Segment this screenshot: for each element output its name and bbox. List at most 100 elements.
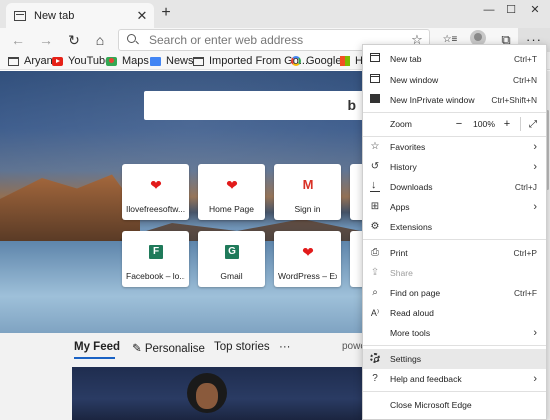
bookmark-label: YouTube [68,55,112,67]
chevron-right-icon: › [533,161,537,173]
bookmark-google[interactable]: Google [291,53,341,69]
menu-label: Favorites [390,142,426,152]
chevron-right-icon: › [533,201,537,213]
apps-icon: ⊞ [370,201,380,212]
menu-item-help-and-feedback[interactable]: ? Help and feedback › [363,369,546,389]
bookmark-h[interactable]: H [340,53,363,69]
menu-separator [363,391,546,392]
close-tab-icon[interactable]: ✕ [134,8,150,24]
menu-shortcut: Ctrl+N [513,75,537,85]
inprivate-icon [369,94,381,106]
new-tab-icon [369,53,381,65]
menu-separator [363,345,546,346]
menu-label: Extensions [390,222,433,232]
letter-g-icon: G [225,245,239,259]
printer-icon: ⎙ [371,247,379,258]
menu-item-close-microsoft-edge[interactable]: Close Microsoft Edge [363,395,546,415]
tab-title: New tab [34,9,75,22]
quick-link-tile[interactable]: ❤ WordPress – Ex... [274,231,341,287]
tile-label: Home Page [209,204,254,214]
menu-shortcut: Ctrl+Shift+N [491,95,537,105]
personalise-label: Personalise [144,343,205,355]
gmail-icon: M [302,177,314,192]
menu-shortcut: Ctrl+P [513,248,537,258]
find-icon: ⌕ [372,287,378,298]
menu-item-history[interactable]: ↺ History › [363,157,546,177]
tab-top-stories[interactable]: Top stories [214,341,270,353]
menu-shortcut: Ctrl+F [513,288,537,298]
menu-label: New InPrivate window [390,95,475,105]
menu-item-share: ⇪ Share [363,263,546,283]
fullscreen-icon[interactable]: ⤢ [526,119,540,130]
microsoft-icon [340,56,350,66]
share-icon: ⇪ [370,267,380,278]
quick-link-tile[interactable]: G Gmail [198,231,265,287]
menu-label: Zoom [390,119,412,129]
quick-link-tile[interactable]: F Facebook – lo... [122,231,189,287]
menu-item-new-tab[interactable]: New tab Ctrl+T [363,49,546,69]
zoom-in-button[interactable]: + [499,118,515,130]
menu-item-extensions[interactable]: ⚙ Extensions [363,217,546,237]
zoom-divider [520,117,521,131]
maximize-button[interactable]: ☐ [498,0,524,20]
letter-f-icon: F [149,245,163,259]
news-icon [150,56,161,66]
heart-icon: ❤ [150,177,162,193]
menu-label: New window [390,75,439,85]
bookmark-label: News [166,55,194,67]
menu-item-downloads[interactable]: Downloads Ctrl+J [363,177,546,197]
menu-item-settings[interactable]: Settings [363,349,546,369]
tile-label: Facebook – lo... [126,271,185,281]
bing-icon: b [347,97,356,113]
chevron-right-icon: › [533,327,537,339]
close-window-button[interactable]: ✕ [522,0,548,20]
more-topics-button[interactable]: ··· [279,341,291,353]
tab-strip: New tab ✕ + — ☐ ✕ [0,0,550,28]
download-icon [369,179,381,193]
folder-icon [8,56,19,66]
new-tab-button[interactable]: + [157,4,175,22]
menu-item-new-inprivate-window[interactable]: New InPrivate window Ctrl+Shift+N [363,90,546,110]
youtube-icon [52,56,63,66]
quick-link-tile[interactable]: ❤ Ilovefreesoftw... [122,164,189,220]
web-search-box[interactable]: b [144,91,364,120]
menu-label: Help and feedback [390,374,462,384]
tab-my-feed[interactable]: My Feed [74,341,120,353]
forward-button[interactable]: → [36,30,56,50]
tab-new-tab[interactable]: New tab ✕ [6,3,154,28]
bookmark-youtube[interactable]: YouTube [52,53,111,69]
menu-item-more-tools[interactable]: More tools › [363,323,546,343]
refresh-button[interactable]: ↻ [64,30,84,50]
zoom-out-button[interactable]: − [451,118,467,130]
menu-label: Close Microsoft Edge [390,400,472,410]
menu-label: Downloads [390,182,433,192]
menu-item-favorites[interactable]: ☆ Favorites › [363,137,546,157]
bookmark-maps[interactable]: Maps [106,53,149,69]
maps-icon [106,56,117,66]
menu-shortcut: Ctrl+T [513,54,537,64]
history-icon: ↺ [370,161,380,172]
menu-item-print[interactable]: ⎙ Print Ctrl+P [363,243,546,263]
personalise-button[interactable]: ✎ Personalise [132,341,205,355]
home-button[interactable]: ⌂ [90,30,110,50]
chevron-right-icon: › [533,373,537,385]
tile-label: Gmail [220,271,243,281]
quick-link-tile[interactable]: ❤ Home Page [198,164,265,220]
zoom-level: 100% [473,119,495,129]
menu-item-apps[interactable]: ⊞ Apps › [363,197,546,217]
new-tab-page-icon [14,10,26,21]
background-mountain [0,174,140,241]
bookmark-aryan[interactable]: Aryan [8,53,53,69]
menu-item-read-aloud[interactable]: A⁾ Read aloud [363,303,546,323]
menu-label: History [390,162,417,172]
back-button[interactable]: ← [8,30,28,50]
tile-label: Ilovefreesoftw... [126,204,185,214]
menu-item-new-window[interactable]: New window Ctrl+N [363,70,546,90]
quick-link-tile[interactable]: M Sign in [274,164,341,220]
bookmark-news[interactable]: News [150,53,194,69]
person-face [196,383,218,409]
bookmark-label: Google [306,55,342,67]
menu-label: Read aloud [390,308,434,318]
news-card-image[interactable] [72,367,362,420]
menu-item-find-on-page[interactable]: ⌕ Find on page Ctrl+F [363,283,546,303]
